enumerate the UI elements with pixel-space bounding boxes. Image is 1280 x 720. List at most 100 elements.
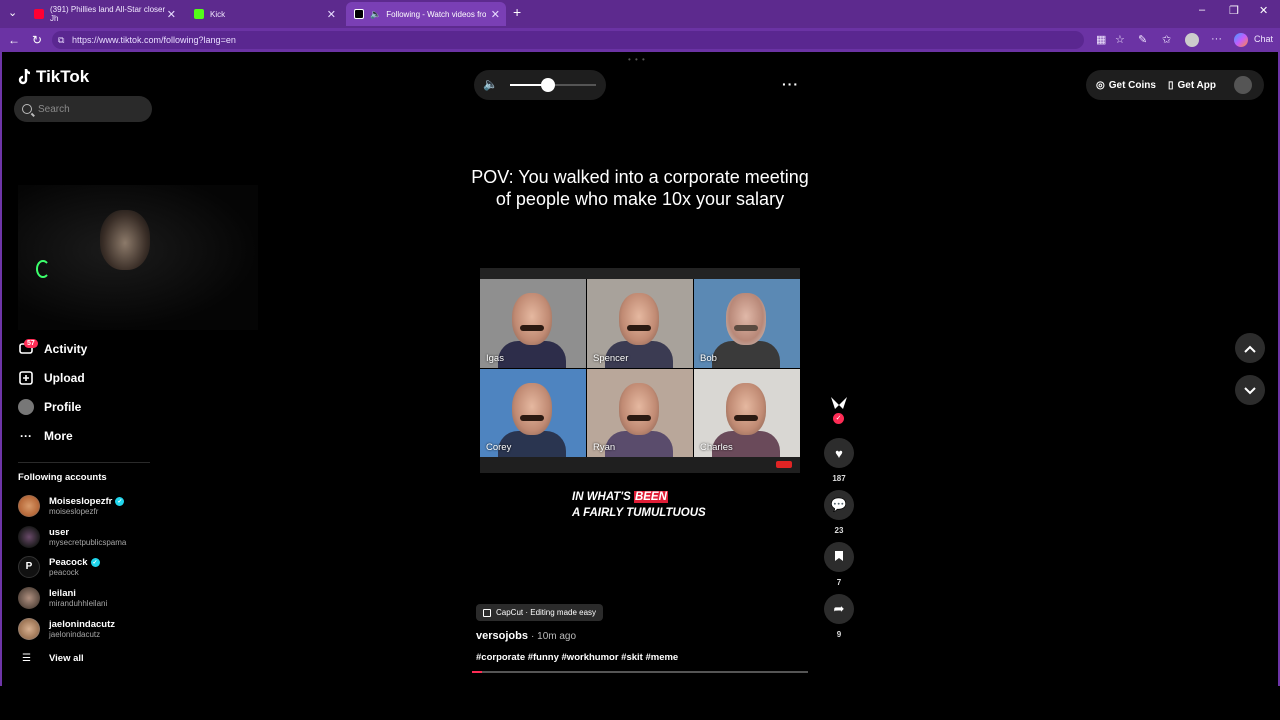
post-time: · 10m ago bbox=[531, 631, 577, 642]
get-coins-label: Get Coins bbox=[1108, 79, 1156, 91]
participant-tile: Igas bbox=[480, 279, 586, 368]
more-icon: ··· bbox=[20, 429, 32, 443]
sidebar-item-label: Activity bbox=[44, 342, 88, 356]
minimize-icon[interactable]: – bbox=[1199, 4, 1205, 16]
participant-name: Ryan bbox=[593, 442, 616, 453]
video-frame[interactable]: Igas Spencer Bob Corey Ryan Charles bbox=[480, 268, 800, 473]
video-hashtags[interactable]: #corporate #funny #workhumor #skit #meme bbox=[476, 652, 678, 663]
avatar bbox=[18, 587, 40, 609]
participant-tile: Corey bbox=[480, 368, 586, 457]
author-name: versojobs bbox=[476, 630, 528, 642]
browser-tab-bar: ⌄ (391) Phillies land All-Star closer Jh… bbox=[0, 0, 1280, 28]
close-tab-icon[interactable]: ✕ bbox=[167, 8, 176, 21]
new-tab-icon[interactable]: + bbox=[513, 4, 521, 20]
previous-video-button[interactable] bbox=[1235, 333, 1265, 363]
like-button[interactable]: ♥ bbox=[824, 438, 854, 468]
comment-button[interactable]: 💬 bbox=[824, 490, 854, 520]
more-options-icon[interactable]: ··· bbox=[782, 76, 799, 92]
view-all-link[interactable]: ☰ View all bbox=[22, 653, 84, 664]
follow-check-icon[interactable]: ✓ bbox=[833, 413, 844, 424]
following-account[interactable]: user mysecretpublicspama bbox=[18, 526, 126, 548]
refresh-icon[interactable]: ↻ bbox=[32, 33, 42, 47]
chevron-down-icon bbox=[1244, 383, 1256, 398]
speaker-icon[interactable]: 🔈 bbox=[370, 9, 381, 20]
sidebar-item-label: Profile bbox=[44, 400, 82, 414]
account-name: leilani bbox=[49, 588, 76, 599]
following-account[interactable]: P Peacock ✓ peacock bbox=[18, 556, 100, 578]
sidebar-item-label: Upload bbox=[44, 371, 85, 385]
video-progress-bar[interactable] bbox=[472, 671, 808, 673]
get-app-button[interactable]: ▯ Get App bbox=[1168, 80, 1216, 91]
participant-tile: Spencer bbox=[587, 279, 693, 368]
site-info-icon[interactable]: ⧉ bbox=[58, 31, 64, 49]
kick-icon bbox=[194, 9, 204, 19]
next-video-button[interactable] bbox=[1235, 375, 1265, 405]
list-icon: ☰ bbox=[22, 653, 31, 664]
tab-title: (391) Phillies land All-Star closer Jh bbox=[50, 5, 166, 23]
capcut-anchor[interactable]: CapCut · Editing made easy bbox=[476, 604, 604, 621]
participant-name: Igas bbox=[486, 352, 504, 364]
search-icon bbox=[22, 104, 32, 114]
tiktok-logo-icon bbox=[18, 68, 32, 86]
tab-youtube[interactable]: (391) Phillies land All-Star closer Jh ✕ bbox=[26, 2, 182, 26]
sidebar-item-profile[interactable]: Profile bbox=[18, 399, 81, 415]
following-account[interactable]: leilani miranduhhleilani bbox=[18, 587, 107, 609]
header-actions: ◎ Get Coins ▯ Get App bbox=[1086, 70, 1264, 100]
app-view-icon[interactable]: ▦ bbox=[1096, 33, 1106, 46]
copilot-icon[interactable] bbox=[1234, 33, 1248, 47]
drag-handle-icon[interactable]: • • • bbox=[628, 55, 646, 64]
save-button[interactable] bbox=[824, 542, 854, 572]
participant-name: Bob bbox=[700, 352, 717, 364]
volume-control[interactable]: 🔈 bbox=[474, 70, 606, 100]
streamer-face bbox=[100, 210, 150, 270]
close-tab-icon[interactable]: ✕ bbox=[491, 8, 500, 21]
url-field[interactable]: ⧉ https://www.tiktok.com/following?lang=… bbox=[52, 31, 1084, 49]
share-count: 9 bbox=[836, 630, 842, 639]
meeting-toolbar bbox=[480, 457, 800, 473]
creator-avatar[interactable] bbox=[828, 393, 850, 415]
close-tab-icon[interactable]: ✕ bbox=[327, 8, 336, 21]
volume-icon[interactable]: 🔈 bbox=[483, 77, 498, 91]
favorites-icon[interactable]: ✩ bbox=[1162, 33, 1171, 46]
account-name: jaelonindacutz bbox=[49, 619, 115, 630]
account-handle: moiseslopezfr bbox=[49, 507, 99, 516]
search-placeholder: Search bbox=[38, 103, 70, 115]
user-avatar[interactable] bbox=[1234, 76, 1252, 94]
back-icon[interactable]: ← bbox=[8, 33, 20, 47]
upload-icon bbox=[18, 370, 34, 386]
activity-count-badge: 57 bbox=[24, 339, 38, 348]
chat-button[interactable]: Chat bbox=[1254, 34, 1273, 44]
get-coins-button[interactable]: ◎ Get Coins bbox=[1096, 80, 1156, 91]
tab-list-chevron-icon[interactable]: ⌄ bbox=[8, 6, 17, 19]
share-icon: ➦ bbox=[833, 601, 845, 616]
tab-tiktok[interactable]: 🔈 Following - Watch videos from ✕ bbox=[346, 2, 506, 26]
favorite-star-icon[interactable]: ☆ bbox=[1115, 33, 1125, 46]
comment-icon: 💬 bbox=[830, 497, 848, 512]
browser-menu-icon[interactable]: ··· bbox=[1211, 33, 1222, 45]
participant-grid: Igas Spencer Bob Corey Ryan Charles bbox=[480, 279, 800, 457]
sidebar-divider bbox=[18, 462, 150, 463]
youtube-icon bbox=[34, 9, 44, 19]
following-account[interactable]: jaelonindacutz jaelonindacutz bbox=[18, 618, 115, 640]
get-app-label: Get App bbox=[1177, 79, 1216, 91]
extensions-icon[interactable]: ✎ bbox=[1138, 33, 1147, 46]
following-account[interactable]: Moiseslopezfr ✓ moiseslopezfr bbox=[18, 495, 125, 517]
account-handle: miranduhhleilani bbox=[49, 599, 108, 608]
account-name: user bbox=[49, 527, 70, 538]
restore-icon[interactable]: ❐ bbox=[1229, 4, 1239, 17]
search-input[interactable]: Search bbox=[14, 96, 152, 122]
close-window-icon[interactable]: ✕ bbox=[1259, 4, 1268, 17]
browser-profile-icon[interactable] bbox=[1185, 33, 1199, 47]
share-button[interactable]: ➦ bbox=[824, 594, 854, 624]
avatar bbox=[18, 526, 40, 548]
tab-kick[interactable]: Kick ✕ bbox=[186, 2, 342, 26]
participant-name: Spencer bbox=[593, 352, 629, 364]
account-name: Moiseslopezfr bbox=[49, 496, 113, 507]
chevron-up-icon bbox=[1244, 341, 1256, 356]
video-author[interactable]: versojobs · 10m ago bbox=[476, 630, 576, 642]
volume-slider-handle[interactable] bbox=[540, 78, 555, 92]
sidebar-item-more[interactable]: ··· More bbox=[18, 428, 73, 444]
heart-icon: ♥ bbox=[835, 445, 843, 461]
tiktok-logo[interactable]: TikTok bbox=[18, 67, 89, 87]
sidebar-item-upload[interactable]: Upload bbox=[18, 370, 85, 386]
